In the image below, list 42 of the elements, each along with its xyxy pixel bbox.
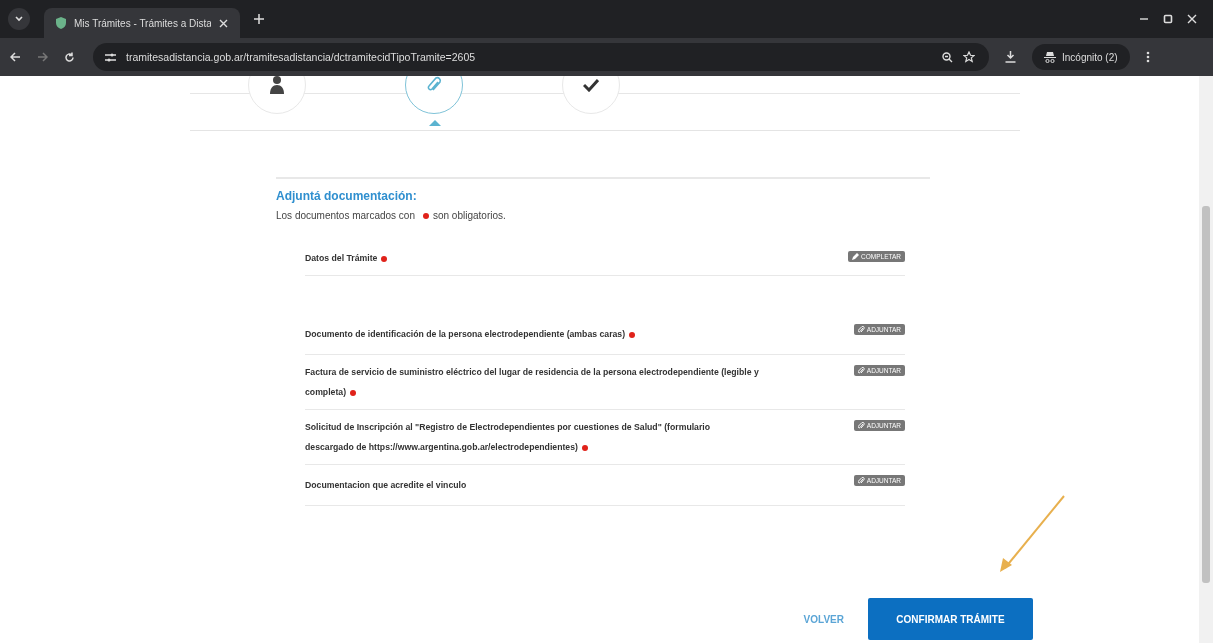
note-text: son obligatorios. xyxy=(432,210,506,221)
pointer-icon xyxy=(429,120,441,126)
download-icon[interactable] xyxy=(1005,51,1016,63)
chevron-down-icon xyxy=(14,14,24,24)
url-text: tramitesadistancia.gob.ar/tramitesadistancia/dctramitecidTipoTramite=2605 xyxy=(126,51,476,63)
document-label: Documento de identificación de la persona electrodependiente (ambas caras) xyxy=(305,329,626,339)
paperclip-icon xyxy=(857,477,865,484)
confirm-button[interactable]: CONFIRMAR TRÁMITE xyxy=(868,598,1033,640)
shield-icon xyxy=(56,17,66,29)
paperclip-icon xyxy=(426,76,442,94)
site-settings-icon[interactable] xyxy=(105,52,116,62)
back-link[interactable]: VOLVER xyxy=(799,609,848,629)
tab-title: Mis Trámites - Trámites a Dista xyxy=(74,17,211,29)
new-tab-icon[interactable] xyxy=(254,14,264,24)
required-icon xyxy=(422,212,429,219)
close-icon[interactable] xyxy=(219,18,228,28)
paperclip-icon xyxy=(857,422,865,429)
incognito-icon xyxy=(1044,51,1056,63)
pencil-icon xyxy=(852,253,860,260)
person-icon xyxy=(270,76,284,94)
forward-icon[interactable] xyxy=(37,52,48,62)
zoom-icon[interactable] xyxy=(942,51,953,63)
incognito-button[interactable]: Incógnito (2) xyxy=(1032,44,1130,70)
back-icon[interactable] xyxy=(10,52,21,62)
more-menu-icon[interactable] xyxy=(1145,51,1150,63)
document-label: Datos del Trámite xyxy=(305,253,378,263)
tab-search-button[interactable] xyxy=(8,8,30,30)
scrollbar[interactable] xyxy=(1199,76,1213,643)
address-bar[interactable]: tramitesadistancia.gob.ar/tramitesadistancia/dctramitecidTipoTramite=2605 xyxy=(93,43,989,71)
document-label: Solicitud de Inscripción al "Registro de Electrodependientes por cuestiones de Salud" (formulario descargado de https://www.argentina.gob.ar/electrodependientes) xyxy=(305,422,711,452)
restore-icon[interactable] xyxy=(1163,14,1173,24)
document-label: Documentacion que acredite el vinculo xyxy=(305,480,467,490)
reload-icon[interactable] xyxy=(64,51,75,63)
paperclip-icon xyxy=(857,367,865,374)
star-icon[interactable] xyxy=(963,51,975,63)
section-title: Adjuntá documentación: xyxy=(276,189,418,203)
paperclip-icon xyxy=(857,326,865,333)
checkmark-icon xyxy=(583,78,599,92)
note-text: Los documentos marcados con xyxy=(276,210,415,221)
document-label: Factura de servicio de suministro eléctrico del lugar de residencia de la persona electrodependiente (legible y completa) xyxy=(305,367,759,397)
close-icon[interactable] xyxy=(1187,14,1197,24)
browser-tab[interactable]: Mis Trámites - Trámites a Dista xyxy=(44,8,240,38)
